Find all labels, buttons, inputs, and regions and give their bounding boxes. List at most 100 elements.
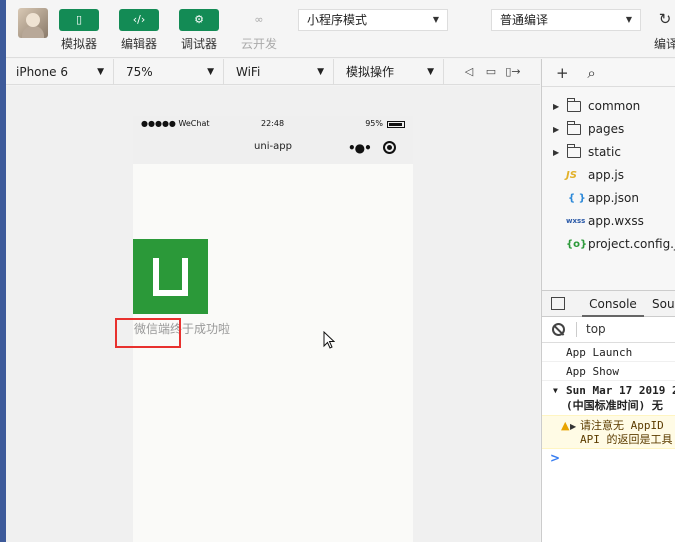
tree-item-label: app.js xyxy=(588,168,624,182)
carrier-text: ●●●●● WeChat xyxy=(141,119,210,128)
more-dots-icon[interactable]: •●• xyxy=(348,141,372,155)
network-value: WiFi xyxy=(236,65,261,79)
logo-u-shape xyxy=(153,258,188,296)
tree-item-app-js[interactable]: JS app.js xyxy=(542,164,675,187)
console-prompt[interactable]: > xyxy=(542,449,675,467)
cloud-button[interactable]: ∞ 云开发 xyxy=(238,9,280,52)
operation-value: 模拟操作 xyxy=(346,65,395,79)
uniapp-logo xyxy=(133,239,208,314)
folder-icon xyxy=(567,144,581,158)
split-icon[interactable]: ▯→ xyxy=(502,59,524,85)
tree-item-label: project.config.json xyxy=(588,237,675,251)
simulator-label: 模拟器 xyxy=(60,37,97,51)
console-date-entry[interactable]: ▼ Sun Mar 17 2019 22:48 (中国标准时间) 无 xyxy=(542,381,675,415)
operation-select[interactable]: 模拟操作 ▼ xyxy=(336,59,444,85)
simulator-area: ●●●●● WeChat 22:48 95% uni-app •●• 微信端终于… xyxy=(6,86,540,542)
compile-select-value: 普通编译 xyxy=(500,13,549,27)
user-avatar[interactable] xyxy=(18,8,48,38)
console-filter-bar: top xyxy=(542,317,675,343)
folder-icon xyxy=(567,98,581,112)
nav-title: uni-app xyxy=(254,141,292,152)
date-line-1: Sun Mar 17 2019 22:48 xyxy=(566,384,675,397)
json-file-icon: { } xyxy=(568,193,586,204)
tab-sources[interactable]: Sources xyxy=(652,291,675,317)
js-file-icon: JS xyxy=(566,170,577,181)
add-icon[interactable]: + xyxy=(556,59,569,87)
editor-label: 编辑器 xyxy=(120,37,157,51)
tree-item-app-json[interactable]: { } app.json xyxy=(542,187,675,210)
network-select[interactable]: WiFi ▼ xyxy=(226,59,334,85)
top-toolbar: ▯ 模拟器 ‹/› 编辑器 ⚙ 调试器 ∞ 云开发 小程序模式 ▼ 普通编译 ▼… xyxy=(6,0,675,58)
simulator-button[interactable]: ▯ 模拟器 xyxy=(58,9,100,52)
cloud-label: 云开发 xyxy=(240,37,277,51)
phone-nav-bar: uni-app •●• xyxy=(133,132,413,164)
expand-arrow-icon[interactable]: ▶ xyxy=(553,141,559,164)
chevron-down-icon: ▼ xyxy=(317,67,324,77)
wxss-file-icon: wxss xyxy=(566,217,586,225)
device-select[interactable]: iPhone 6 ▼ xyxy=(6,59,114,85)
folder-icon xyxy=(567,121,581,135)
tree-item-pages[interactable]: ▶ pages xyxy=(542,118,675,141)
compile-button[interactable]: ↻ 编译 xyxy=(654,9,675,52)
link-icon: ∞ xyxy=(254,13,264,26)
tree-item-project-config[interactable]: {o} project.config.json xyxy=(542,233,675,256)
close-target-icon[interactable] xyxy=(383,141,396,154)
compile-label: 编译 xyxy=(654,37,675,51)
device-value: iPhone 6 xyxy=(16,65,68,79)
compile-select[interactable]: 普通编译 ▼ xyxy=(491,9,641,31)
tree-item-label: app.wxss xyxy=(588,214,644,228)
tree-item-label: pages xyxy=(588,122,625,136)
dropdown-caret-icon: ▼ xyxy=(625,15,632,24)
divider xyxy=(576,322,577,337)
tree-item-label: app.json xyxy=(588,191,639,205)
explorer-toolbar: + ⌕ xyxy=(542,59,675,87)
tree-item-label: common xyxy=(588,99,641,113)
console-log-line: App Launch xyxy=(542,343,675,362)
device-bar: iPhone 6 ▼ 75% ▼ WiFi ▼ 模拟操作 ▼ ◁ ▭ ▯→ xyxy=(6,59,540,85)
console-panel: Console Sources top App Launch App Show … xyxy=(542,290,675,542)
chevron-down-icon: ▼ xyxy=(427,67,434,77)
expand-arrow-icon[interactable]: ▶ xyxy=(553,95,559,118)
tree-item-label: static xyxy=(588,145,621,159)
expand-arrow-icon[interactable]: ▶ xyxy=(553,118,559,141)
context-select[interactable]: top xyxy=(586,322,606,336)
chevron-down-icon: ▼ xyxy=(97,67,104,77)
debug-icon: ⚙ xyxy=(179,9,219,31)
refresh-icon: ↻ xyxy=(658,10,672,28)
warning-line-1: 请注意无 AppID xyxy=(580,419,664,432)
window-icon[interactable]: ▭ xyxy=(480,59,502,85)
battery-percent: 95% xyxy=(365,119,383,128)
console-warning-entry[interactable]: ▲ ▶ 请注意无 AppID API 的返回是工具 xyxy=(542,415,675,449)
expand-triangle-icon[interactable]: ▶ xyxy=(570,420,576,434)
tab-console[interactable]: Console xyxy=(582,291,644,317)
chevron-down-icon: ▼ xyxy=(207,67,214,77)
collapse-triangle-icon[interactable]: ▼ xyxy=(553,383,558,398)
tree-item-common[interactable]: ▶ common xyxy=(542,95,675,118)
debugger-button[interactable]: ⚙ 调试器 xyxy=(178,9,220,52)
date-line-2: (中国标准时间) 无 xyxy=(566,399,663,412)
warning-line-2: API 的返回是工具 xyxy=(580,433,673,446)
devtools-tabs: Console Sources xyxy=(542,291,675,317)
config-file-icon: {o} xyxy=(566,239,588,250)
inspect-icon[interactable] xyxy=(551,297,565,310)
file-tree: ▶ common ▶ pages ▶ static JS app.js { } … xyxy=(542,95,675,256)
dropdown-caret-icon: ▼ xyxy=(432,15,439,24)
code-icon: ‹/› xyxy=(119,9,159,31)
debugger-label: 调试器 xyxy=(180,37,217,51)
mode-select-value: 小程序模式 xyxy=(307,13,368,27)
tree-item-app-wxss[interactable]: wxss app.wxss xyxy=(542,210,675,233)
mouse-cursor-icon xyxy=(323,331,335,349)
highlight-box xyxy=(115,318,181,348)
tree-item-static[interactable]: ▶ static xyxy=(542,141,675,164)
mode-select[interactable]: 小程序模式 ▼ xyxy=(298,9,448,31)
editor-button[interactable]: ‹/› 编辑器 xyxy=(118,9,160,52)
zoom-select[interactable]: 75% ▼ xyxy=(116,59,224,85)
search-icon[interactable]: ⌕ xyxy=(587,59,595,87)
volume-icon[interactable]: ◁ xyxy=(458,59,480,85)
warning-icon: ▲ xyxy=(561,419,570,432)
right-panel: + ⌕ ▶ common ▶ pages ▶ static JS app.js … xyxy=(541,59,675,542)
phone-icon: ▯ xyxy=(59,9,99,31)
zoom-value: 75% xyxy=(126,65,153,79)
clear-console-icon[interactable] xyxy=(552,323,565,336)
phone-status-bar: ●●●●● WeChat 22:48 95% xyxy=(133,116,413,132)
